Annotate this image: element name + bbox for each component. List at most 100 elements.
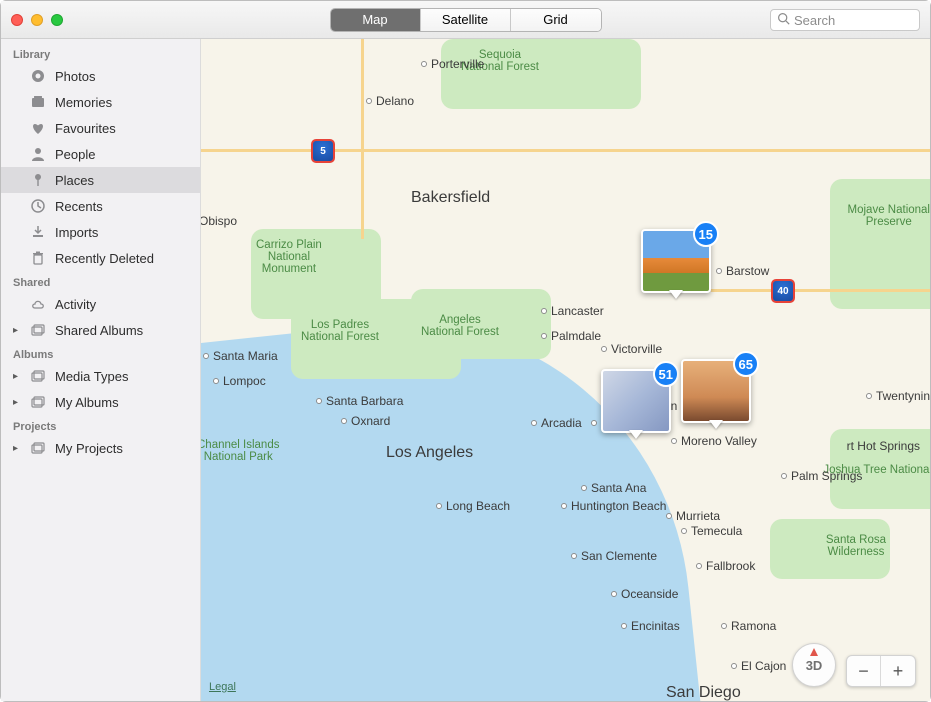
city-label: Santa Maria (203, 349, 278, 363)
trash-icon (29, 249, 47, 267)
window-controls (11, 14, 63, 26)
album-stack-icon (29, 439, 47, 457)
cluster-pointer-icon (669, 290, 683, 299)
park-label: AngelesNational Forest (421, 314, 499, 338)
sidebar-item-label: Favourites (55, 121, 116, 136)
sidebar-item-memories[interactable]: Memories (1, 89, 200, 115)
cloud-icon (29, 295, 47, 313)
sidebar-section-library: Library (1, 43, 200, 63)
city-label: Long Beach (436, 499, 510, 513)
map-view[interactable]: 5 40 SequoiaNational Forest Carrizo Plai… (201, 39, 930, 701)
city-label: Ramona (721, 619, 776, 633)
fullscreen-window-button[interactable] (51, 14, 63, 26)
search-field[interactable]: Search (770, 9, 920, 31)
park-label: Mojave NationalPreserve (848, 204, 930, 228)
sidebar-item-recents[interactable]: Recents (1, 193, 200, 219)
city-label: Temecula (681, 524, 742, 538)
view-mode-segmented-control: Map Satellite Grid (330, 8, 602, 32)
sidebar-section-albums: Albums (1, 343, 200, 363)
sidebar-item-media-types[interactable]: ▸ Media Types (1, 363, 200, 389)
cluster-pointer-icon (629, 430, 643, 439)
city-label: Los Angeles (386, 444, 473, 462)
city-label: rt Hot Springs (847, 439, 920, 453)
sidebar-item-label: Places (55, 173, 94, 188)
sidebar-item-label: Recents (55, 199, 103, 214)
sidebar-item-label: My Albums (55, 395, 119, 410)
city-label: San Diego (666, 684, 741, 701)
window-titlebar: Map Satellite Grid Search (1, 1, 930, 39)
clock-icon (29, 197, 47, 215)
pin-icon (29, 171, 47, 189)
city-label: Palm Springs (781, 469, 862, 483)
zoom-control: − + (846, 655, 916, 687)
sidebar: Library Photos Memories Favourites Peopl… (1, 39, 201, 701)
sidebar-item-photos[interactable]: Photos (1, 63, 200, 89)
sidebar-item-label: Activity (55, 297, 96, 312)
close-window-button[interactable] (11, 14, 23, 26)
sidebar-item-activity[interactable]: Activity (1, 291, 200, 317)
photo-cluster[interactable]: 65 (681, 359, 751, 423)
cluster-count-badge: 51 (653, 361, 679, 387)
city-label: Murrieta (666, 509, 720, 523)
city-label: Moreno Valley (671, 434, 757, 448)
city-label: Barstow (716, 264, 769, 278)
download-icon (29, 223, 47, 241)
city-label: Twentynin (866, 389, 930, 403)
city-label: Delano (366, 94, 414, 108)
sidebar-item-my-albums[interactable]: ▸ My Albums (1, 389, 200, 415)
view-tab-grid[interactable]: Grid (511, 9, 601, 31)
zoom-out-button[interactable]: − (847, 656, 881, 686)
park-label: Los PadresNational Forest (301, 319, 379, 343)
cluster-count-badge: 15 (693, 221, 719, 247)
interstate-shield: 40 (771, 279, 795, 303)
search-icon (777, 12, 790, 28)
sidebar-item-label: People (55, 147, 95, 162)
city-label: Encinitas (621, 619, 680, 633)
map-road (711, 289, 930, 292)
map-controls: 3D − + (792, 643, 916, 687)
city-label: Victorville (601, 342, 662, 356)
sidebar-item-shared-albums[interactable]: ▸ Shared Albums (1, 317, 200, 343)
compass-needle-icon (810, 648, 818, 656)
city-label: Arcadia (531, 416, 582, 430)
map-road (361, 39, 364, 239)
city-label: Lancaster (541, 304, 604, 318)
disclosure-triangle-icon[interactable]: ▸ (13, 443, 21, 454)
city-label: Huntington Beach (561, 499, 666, 513)
view-tab-map[interactable]: Map (331, 9, 421, 31)
sidebar-section-shared: Shared (1, 271, 200, 291)
sidebar-item-label: Memories (55, 95, 112, 110)
disclosure-triangle-icon[interactable]: ▸ (13, 325, 21, 336)
album-stack-icon (29, 321, 47, 339)
sidebar-item-people[interactable]: People (1, 141, 200, 167)
minimize-window-button[interactable] (31, 14, 43, 26)
sidebar-item-favourites[interactable]: Favourites (1, 115, 200, 141)
city-label: Obispo (201, 214, 237, 228)
album-stack-icon (29, 393, 47, 411)
photo-cluster[interactable]: 15 (641, 229, 711, 293)
legal-link[interactable]: Legal (209, 681, 236, 693)
sidebar-item-my-projects[interactable]: ▸ My Projects (1, 435, 200, 461)
search-placeholder: Search (794, 13, 835, 28)
sidebar-item-label: Recently Deleted (55, 251, 154, 266)
compass-3d-button[interactable]: 3D (792, 643, 836, 687)
city-label: Santa Ana (581, 481, 646, 495)
photo-cluster[interactable]: 51 (601, 369, 671, 433)
city-label: San Clemente (571, 549, 657, 563)
city-label: Porterville (421, 57, 484, 71)
city-label: Oceanside (611, 587, 678, 601)
person-icon (29, 145, 47, 163)
disclosure-triangle-icon[interactable]: ▸ (13, 371, 21, 382)
city-label: Bakersfield (411, 189, 490, 207)
park-label: Carrizo PlainNationalMonument (256, 239, 322, 275)
sidebar-item-imports[interactable]: Imports (1, 219, 200, 245)
sidebar-item-recently-deleted[interactable]: Recently Deleted (1, 245, 200, 271)
photos-icon (29, 67, 47, 85)
park-label: Santa RosaWilderness (826, 534, 886, 558)
cluster-pointer-icon (709, 420, 723, 429)
disclosure-triangle-icon[interactable]: ▸ (13, 397, 21, 408)
view-tab-satellite[interactable]: Satellite (421, 9, 511, 31)
heart-icon (29, 119, 47, 137)
sidebar-item-places[interactable]: Places (1, 167, 200, 193)
zoom-in-button[interactable]: + (881, 656, 915, 686)
